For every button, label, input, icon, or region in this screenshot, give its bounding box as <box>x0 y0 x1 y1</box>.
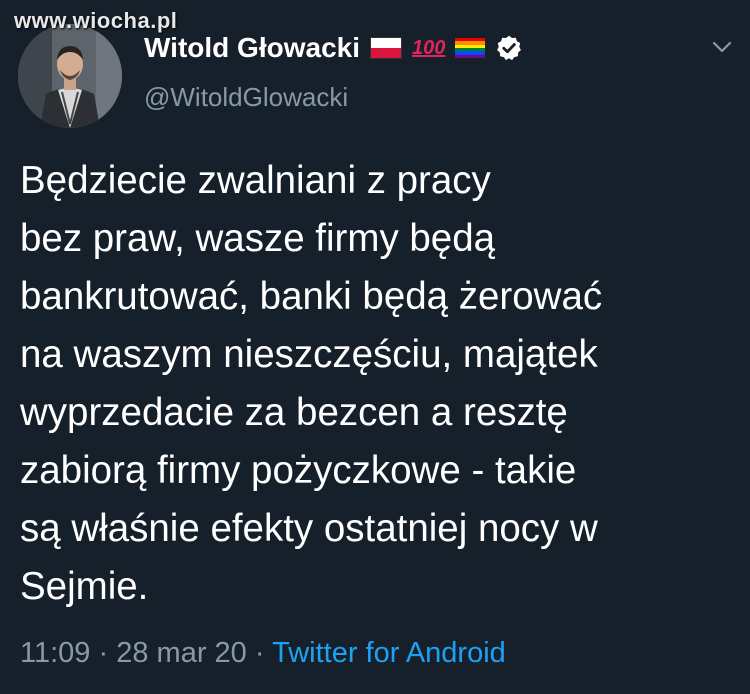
author-handle[interactable]: @WitoldGlowacki <box>144 82 348 113</box>
hundred-points-icon: 100 <box>412 37 446 59</box>
meta-separator: · <box>98 637 109 669</box>
tweet-source-link[interactable]: Twitter for Android <box>272 637 506 669</box>
avatar[interactable] <box>18 24 122 128</box>
author-header: Witold Głowacki 100 <box>144 32 523 64</box>
meta-separator: · <box>254 637 265 669</box>
tweet-text: Będziecie zwalniani z pracy bez praw, wa… <box>20 159 603 608</box>
avatar-photo-icon <box>18 24 122 128</box>
author-display-name[interactable]: Witold Głowacki <box>144 32 360 64</box>
verified-icon <box>497 35 522 61</box>
tweet-time[interactable]: 11:09 <box>20 637 90 669</box>
poland-flag-icon <box>370 37 402 59</box>
tweet-meta: 11:09 · 28 mar 20 · Twitter for Android <box>20 637 506 670</box>
site-watermark: www.wiocha.pl <box>14 8 178 33</box>
rainbow-flag-icon <box>455 38 486 58</box>
chevron-down-icon[interactable] <box>712 40 732 54</box>
tweet-date[interactable]: 28 mar 20 <box>116 637 247 669</box>
